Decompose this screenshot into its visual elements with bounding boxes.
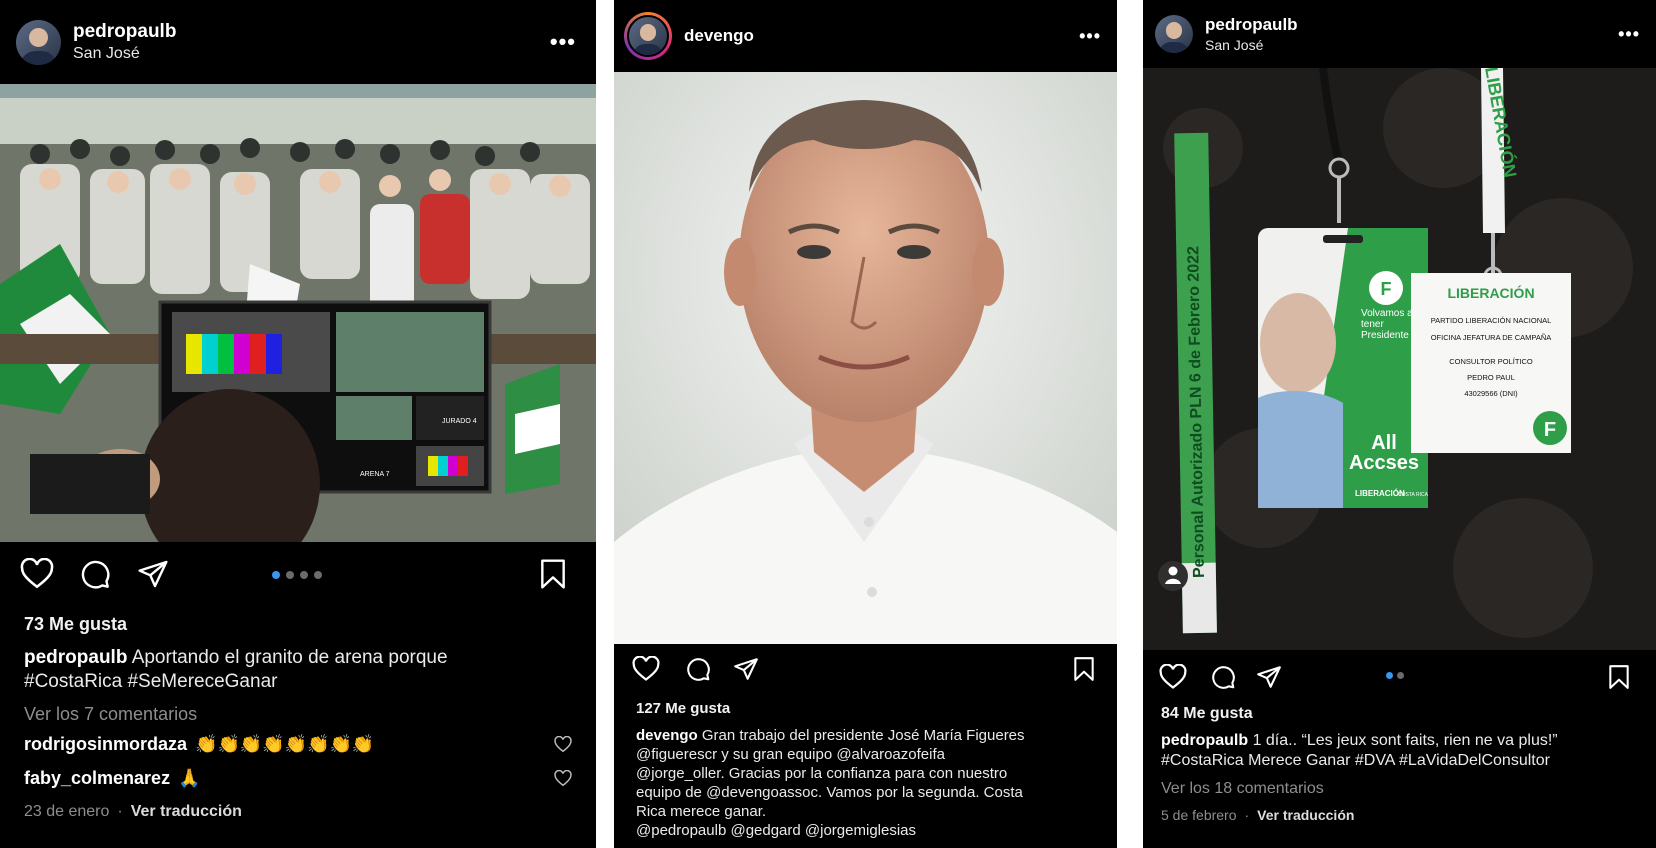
post-meta: 23 de enero · Ver traducción [24, 803, 242, 821]
caption: devengo Gran trabajo del presidente José… [636, 726, 1097, 840]
view-comments-link[interactable]: Ver los 7 comentarios [24, 704, 576, 725]
post-date: 5 de febrero [1161, 807, 1237, 823]
post-meta: 5 de febrero · Ver traducción [1161, 807, 1354, 823]
comment-text: 👏👏👏👏👏👏👏👏 [195, 734, 375, 754]
post-actions [0, 558, 596, 598]
post-1: pedropaulb San José ••• JURADO 4 ARENA 7… [0, 0, 596, 848]
user-tag-icon[interactable] [1168, 566, 1178, 576]
username[interactable]: pedropaulb [73, 21, 176, 43]
view-comments-link[interactable]: Ver los 18 comentarios [1161, 780, 1636, 798]
post-photo-event[interactable]: JURADO 4 ARENA 7 [0, 84, 596, 542]
badge-sub: COSTA RICA [1398, 492, 1429, 498]
comment-like-icon[interactable] [554, 736, 572, 753]
share-icon[interactable] [1255, 664, 1283, 690]
translate-link[interactable]: Ver traducción [1257, 807, 1354, 823]
post-date: 23 de enero [24, 803, 110, 820]
likes-count[interactable]: 73 Me gusta [24, 614, 576, 635]
comment-icon[interactable] [78, 558, 112, 590]
post-3: pedropaulb San José ••• Personal Autoriz… [1143, 0, 1656, 848]
badge-logo: F [1381, 279, 1392, 299]
caption-username[interactable]: pedropaulb [24, 647, 127, 668]
caption-line: Gran trabajo del presidente José María F… [701, 727, 1025, 744]
post-actions [614, 656, 1117, 696]
card-title: LIBERACIÓN [1447, 284, 1534, 301]
post-header: devengo ••• [614, 0, 1117, 72]
post-actions [1143, 664, 1656, 704]
avatar[interactable] [16, 19, 61, 65]
portrait-photo [614, 72, 1117, 644]
bookmark-icon[interactable] [1607, 664, 1631, 690]
badges-photo: Personal Autorizado PLN 6 de Febrero 202… [1143, 68, 1656, 650]
caption-hashtags[interactable]: #CostaRica Merece Ganar #DVA #LaVidaDelC… [1161, 752, 1550, 769]
comment-icon[interactable] [684, 656, 712, 682]
more-options-icon[interactable]: ••• [550, 29, 576, 55]
comment-row: faby_colmenarez 🙏 [24, 768, 572, 789]
likes-count[interactable]: 84 Me gusta [1161, 705, 1636, 723]
location[interactable]: San José [1205, 37, 1298, 53]
comment-icon[interactable] [1209, 664, 1237, 690]
comment-row: rodrigosinmordaza 👏👏👏👏👏👏👏👏 [24, 734, 572, 755]
card-line: PEDRO PAUL [1467, 373, 1515, 382]
like-icon[interactable] [1159, 664, 1187, 690]
caption-username[interactable]: pedropaulb [1161, 732, 1248, 749]
username[interactable]: pedropaulb [1205, 15, 1298, 35]
card-line: OFICINA JEFATURA DE CAMPAÑA [1431, 333, 1552, 342]
comment-username[interactable]: rodrigosinmordaza [24, 734, 187, 755]
avatar[interactable] [1155, 15, 1193, 53]
post-2: devengo ••• 127 Me gusta devengo Gran tr… [614, 0, 1117, 848]
caption-hashtags[interactable]: #CostaRica #SeMereceGanar [24, 671, 277, 692]
caption-line: equipo de @devengoassoc. Vamos por la se… [636, 784, 1023, 801]
post-header: pedropaulb San José ••• [1143, 0, 1656, 68]
bookmark-icon[interactable] [1072, 656, 1096, 682]
carousel-indicator [272, 571, 322, 579]
carousel-indicator [1386, 672, 1404, 679]
share-icon[interactable] [136, 558, 170, 590]
card-line: CONSULTOR POLÍTICO [1449, 357, 1533, 366]
separator: · [117, 803, 123, 820]
event-photo: JURADO 4 ARENA 7 [0, 84, 596, 542]
more-options-icon[interactable]: ••• [1618, 24, 1640, 45]
monitor-label: ARENA 7 [360, 471, 390, 478]
comment-text: 🙏 [178, 768, 201, 788]
caption-line: @figuerescr y su gran equipo @alvaroazof… [636, 746, 945, 763]
comment-like-icon[interactable] [554, 770, 572, 787]
caption-line: @jorge_oller. Gracias por la confianza p… [636, 765, 1008, 782]
card-line: 43029566 (DNI) [1464, 389, 1518, 398]
avatar[interactable] [627, 15, 669, 57]
caption-mentions[interactable]: @pedropaulb @gedgard @jorgemiglesias [636, 822, 916, 839]
separator: · [1244, 807, 1250, 823]
post-photo-badges[interactable]: Personal Autorizado PLN 6 de Febrero 202… [1143, 68, 1656, 650]
caption-line: Rica merece ganar. [636, 803, 767, 820]
location[interactable]: San José [73, 45, 176, 63]
post-header: pedropaulb San José ••• [0, 0, 596, 84]
caption-text: 1 día.. “Les jeux sont faits, rien ne va… [1252, 732, 1558, 749]
caption: pedropaulb 1 día.. “Les jeux sont faits,… [1161, 731, 1636, 771]
caption-text: Aportando el granito de arena porque [131, 647, 448, 668]
card-logo: F [1544, 419, 1556, 441]
card-line: PARTIDO LIBERACIÓN NACIONAL [1431, 316, 1552, 325]
like-icon[interactable] [632, 656, 660, 682]
translate-link[interactable]: Ver traducción [131, 803, 242, 821]
comment-username[interactable]: faby_colmenarez [24, 768, 170, 789]
post-photo-portrait[interactable] [614, 72, 1117, 644]
more-options-icon[interactable]: ••• [1079, 26, 1101, 47]
bookmark-icon[interactable] [538, 558, 568, 590]
caption: pedropaulb Aportando el granito de arena… [24, 646, 576, 694]
share-icon[interactable] [732, 656, 760, 682]
caption-username[interactable]: devengo [636, 727, 698, 744]
likes-count[interactable]: 127 Me gusta [636, 700, 1097, 717]
username[interactable]: devengo [684, 26, 754, 46]
monitor-label: JURADO 4 [442, 418, 477, 425]
story-ring[interactable] [624, 12, 672, 60]
like-icon[interactable] [20, 558, 54, 590]
